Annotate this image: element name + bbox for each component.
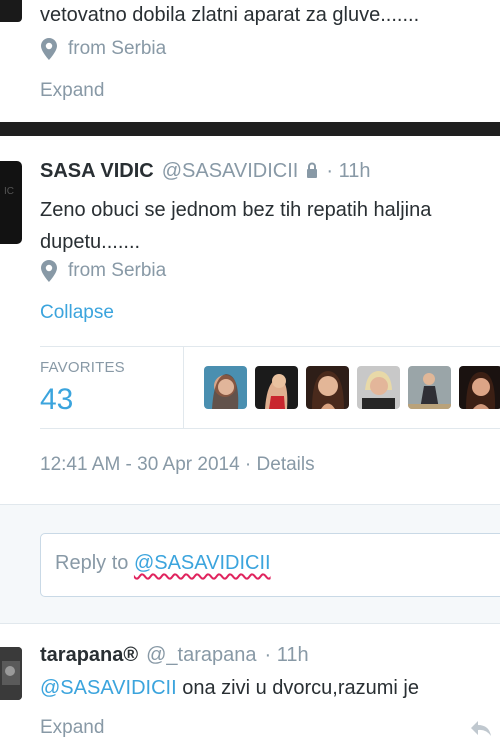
tweet-text: @SASAVIDICII ona zivi u dvorcu,razumi je — [40, 677, 419, 700]
tweet-text: vetovatno dobila zlatni aparat za gluve.… — [40, 4, 420, 26]
tweet-previous: vetovatno dobila zlatni aparat za gluve.… — [0, 0, 500, 122]
reply-placeholder: Reply to @SASAVIDICII — [55, 552, 271, 575]
reply-prefix: Reply to — [55, 552, 134, 574]
favoriters-list — [204, 366, 500, 409]
expand-link[interactable]: Expand — [40, 717, 104, 739]
avatar[interactable] — [0, 0, 22, 22]
favoriter-avatar[interactable] — [306, 366, 349, 409]
tweet-location: from Serbia — [40, 260, 166, 282]
divider — [0, 122, 500, 136]
tweet-text: Zeno obuci se jednom bez tih repatih hal… — [40, 194, 431, 258]
reply-handle: @SASAVIDICII — [133, 552, 271, 574]
avatar[interactable]: IC — [0, 161, 22, 244]
favoriter-avatar[interactable] — [204, 366, 247, 409]
avatar-image — [0, 647, 22, 700]
expand-link[interactable]: Expand — [40, 80, 104, 102]
tweet-location: from Serbia — [40, 38, 166, 60]
stats-divider — [183, 347, 184, 429]
tweet-header: tarapana® @_tarapana · 11h — [40, 644, 309, 667]
location-label: from Serbia — [68, 260, 167, 281]
tweet-stats: FAVORITES 43 — [40, 346, 500, 429]
favoriter-avatar[interactable] — [255, 366, 298, 409]
location-label: from Serbia — [68, 38, 167, 59]
user-name[interactable]: SASA VIDIC — [40, 160, 154, 183]
reply-icon[interactable] — [470, 719, 492, 737]
reply-area: Reply to @SASAVIDICII — [0, 504, 500, 624]
user-handle[interactable]: @_tarapana — [146, 644, 256, 667]
lock-icon — [307, 162, 318, 178]
favoriter-avatar[interactable] — [357, 366, 400, 409]
user-handle[interactable]: @SASAVIDICII — [162, 160, 299, 183]
favorites-count[interactable]: 43 — [40, 383, 73, 417]
tweet-time[interactable]: · 11h — [265, 644, 309, 667]
tweet-text-line: Zeno obuci se jednom bez tih repatih hal… — [40, 199, 432, 221]
favoriter-avatar[interactable] — [408, 366, 451, 409]
favoriter-avatar[interactable] — [459, 366, 500, 409]
reply-input[interactable]: Reply to @SASAVIDICII — [40, 533, 500, 597]
separator-dot: · — [244, 454, 257, 475]
mention-link[interactable]: @SASAVIDICII — [40, 677, 177, 699]
timestamp-date[interactable]: 12:41 AM - 30 Apr 2014 — [40, 454, 240, 475]
tweet-time[interactable]: · 11h — [326, 160, 370, 183]
tweet-text-content: ona zivi u dvorcu,razumi je — [176, 677, 419, 699]
details-link[interactable]: Details — [257, 454, 315, 475]
avatar[interactable] — [0, 647, 22, 700]
tweet-timestamp: 12:41 AM - 30 Apr 2014 · Details — [40, 454, 315, 476]
location-pin-icon — [41, 260, 57, 282]
collapse-link[interactable]: Collapse — [40, 302, 114, 324]
tweet-reply: tarapana® @_tarapana · 11h @SASAVIDICII … — [0, 625, 500, 750]
tweet-header: SASA VIDIC @SASAVIDICII · 11h — [40, 160, 370, 183]
location-pin-icon — [41, 38, 57, 60]
user-name[interactable]: tarapana® — [40, 644, 138, 667]
tweet-text-line: dupetu....... — [40, 231, 141, 253]
favorites-label: FAVORITES — [40, 359, 125, 376]
tweet-expanded: IC SASA VIDIC @SASAVIDICII · 11h Zeno ob… — [0, 136, 500, 504]
